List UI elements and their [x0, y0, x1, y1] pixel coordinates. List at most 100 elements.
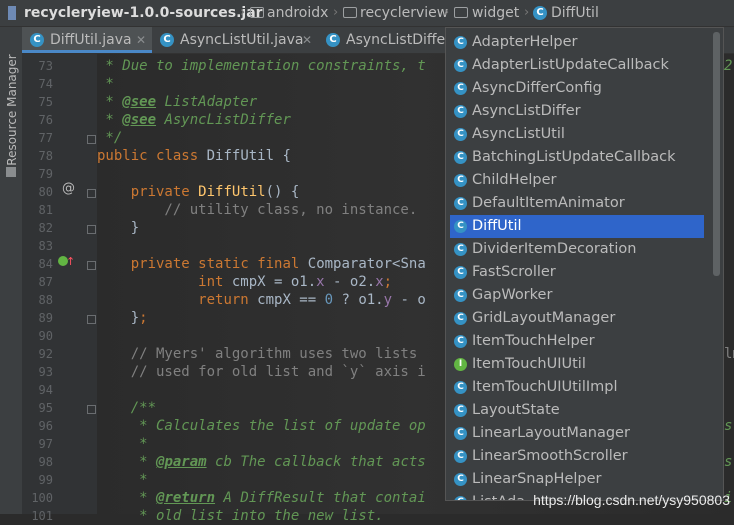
code-line: // used for old list and `y` axis i — [97, 364, 426, 380]
fold-marker-icon[interactable] — [87, 189, 96, 198]
class-list-item[interactable]: C AsyncListUtil — [450, 123, 704, 146]
class-list-item-label: ItemTouchUIUtil — [472, 356, 586, 372]
class-list-item[interactable]: C LinearLayoutManager — [450, 422, 704, 445]
class-list-item[interactable]: C DefaultItemAnimator — [450, 192, 704, 215]
class-icon: C — [454, 59, 467, 72]
class-list-item[interactable]: C FastScroller — [450, 261, 704, 284]
fold-marker-icon[interactable] — [87, 405, 96, 414]
class-list-item-label: BatchingListUpdateCallback — [472, 149, 676, 165]
breadcrumb-item-widget[interactable]: widget — [472, 0, 519, 26]
class-icon: C — [160, 33, 174, 47]
class-list-item-label: LinearSmoothScroller — [472, 448, 628, 464]
class-icon: C — [326, 33, 340, 47]
popup-scrollbar[interactable] — [713, 32, 720, 276]
code-line: int cmpX = o1.x - o2.x; — [198, 274, 393, 290]
class-list-item[interactable]: C AsyncDifferConfig — [450, 77, 704, 100]
class-icon: C — [454, 174, 467, 187]
class-icon: C — [454, 220, 467, 233]
tab-label: DiffUtil.java — [50, 32, 132, 48]
line-number: 82 — [38, 221, 53, 235]
code-line: // Myers' algorithm uses two lists — [97, 346, 418, 362]
breadcrumb-jar[interactable]: recycleryiew-1.0.0-sources.jar — [24, 0, 263, 26]
code-fragment: lm — [724, 346, 734, 362]
resource-manager-tab[interactable]: Resource Manager — [5, 50, 19, 170]
code-line: public class DiffUtil { — [97, 148, 291, 164]
class-list-item-label: DefaultItemAnimator — [472, 195, 625, 211]
line-number: 93 — [38, 365, 53, 379]
class-list-item-label: GapWorker — [472, 287, 553, 303]
code-line: }; — [97, 310, 148, 326]
line-number: 77 — [38, 131, 53, 145]
resource-manager-icon — [6, 167, 16, 177]
code-line: * Calculates the list of update op — [97, 418, 426, 434]
class-list-item[interactable]: C LinearSnapHelper — [450, 468, 704, 491]
class-list-item-label: LayoutState — [472, 402, 560, 418]
code-fragment: 2 — [724, 58, 733, 74]
breadcrumb: recycleryiew-1.0.0-sources.jar › android… — [0, 0, 734, 27]
class-list-item[interactable]: C AdapterListUpdateCallback — [450, 54, 704, 77]
override-marker-icon[interactable]: @ — [62, 181, 75, 196]
fold-marker-icon[interactable] — [87, 261, 96, 270]
close-icon[interactable]: ✕ — [302, 27, 312, 53]
line-number: 75 — [38, 95, 53, 109]
line-number: 90 — [38, 329, 53, 343]
code-line: return cmpX == 0 ? o1.y - o — [198, 292, 426, 308]
class-list-item[interactable]: C AdapterHelper — [450, 31, 704, 54]
class-list-item[interactable]: C ItemTouchHelper — [450, 330, 704, 353]
class-list-popup[interactable]: C AdapterHelper C AdapterListUpdateCallback… — [445, 27, 724, 501]
class-list-item[interactable]: C ChildHelper — [450, 169, 704, 192]
class-list-item[interactable]: C LinearSmoothScroller — [450, 445, 704, 468]
class-list-item[interactable]: C DiffUtil — [450, 215, 704, 238]
code-fragment: s — [724, 454, 733, 470]
fold-marker-icon[interactable] — [87, 135, 96, 144]
class-list-item-label: AdapterHelper — [472, 34, 578, 50]
arrow-up-icon: ↑ — [66, 255, 76, 268]
line-number: 84 — [38, 257, 53, 271]
tab-asynclistdiffer-java[interactable]: C AsyncListDiffer. — [318, 27, 454, 53]
class-icon: C — [454, 266, 467, 279]
class-icon: C — [454, 82, 467, 95]
code-line: private DiffUtil() { — [130, 184, 300, 200]
class-icon: C — [454, 151, 467, 164]
breadcrumb-item-diffutil[interactable]: DiffUtil — [551, 0, 599, 26]
code-line: * — [97, 76, 114, 92]
folder-icon — [454, 7, 468, 18]
class-list-item[interactable]: C ItemTouchUIUtilImpl — [450, 376, 704, 399]
line-number: 88 — [38, 293, 53, 307]
class-list-item[interactable]: C BatchingListUpdateCallback — [450, 146, 704, 169]
line-number: 81 — [38, 203, 53, 217]
tab-diffutil-java[interactable]: C DiffUtil.java ✕ — [22, 27, 152, 53]
line-number: 95 — [38, 401, 53, 415]
line-number: 73 — [38, 59, 53, 73]
fold-marker-icon[interactable] — [87, 225, 96, 234]
code-line: * — [97, 436, 148, 452]
tab-asynclistutil-java[interactable]: C AsyncListUtil.java ✕ — [152, 27, 318, 53]
class-list-item[interactable]: C AsyncListDiffer — [450, 100, 704, 123]
breadcrumb-separator-icon: › — [240, 5, 246, 20]
breadcrumb-item-recyclerview[interactable]: recyclerview — [360, 0, 448, 26]
line-number: 97 — [38, 437, 53, 451]
class-list-item[interactable]: I ItemTouchUIUtil — [450, 353, 704, 376]
class-list-item-label: AdapterListUpdateCallback — [472, 57, 669, 73]
class-list-item[interactable]: C GridLayoutManager — [450, 307, 704, 330]
fold-marker-icon[interactable] — [87, 315, 96, 324]
class-list-item[interactable]: C DividerItemDecoration — [450, 238, 704, 261]
class-icon: C — [454, 36, 467, 49]
class-icon: C — [454, 128, 467, 141]
line-number: 87 — [38, 275, 53, 289]
class-list-item-label: ItemTouchHelper — [472, 333, 595, 349]
line-number: 76 — [38, 113, 53, 127]
class-list-item-label: GridLayoutManager — [472, 310, 616, 326]
class-icon: C — [454, 496, 467, 500]
class-list-item[interactable]: C GapWorker — [450, 284, 704, 307]
watermark: https://blog.csdn.net/ysy950803 — [533, 492, 730, 508]
code-line: private static final Comparator<Sna — [130, 256, 426, 272]
class-list-item[interactable]: C LayoutState — [450, 399, 704, 422]
class-icon: C — [454, 105, 467, 118]
class-list-item-label: ChildHelper — [472, 172, 557, 188]
close-icon[interactable]: ✕ — [136, 27, 146, 53]
breadcrumb-item-androidx[interactable]: androidx — [267, 0, 328, 26]
code-line: * — [97, 472, 148, 488]
class-icon: C — [454, 450, 467, 463]
line-number: 100 — [31, 491, 53, 505]
